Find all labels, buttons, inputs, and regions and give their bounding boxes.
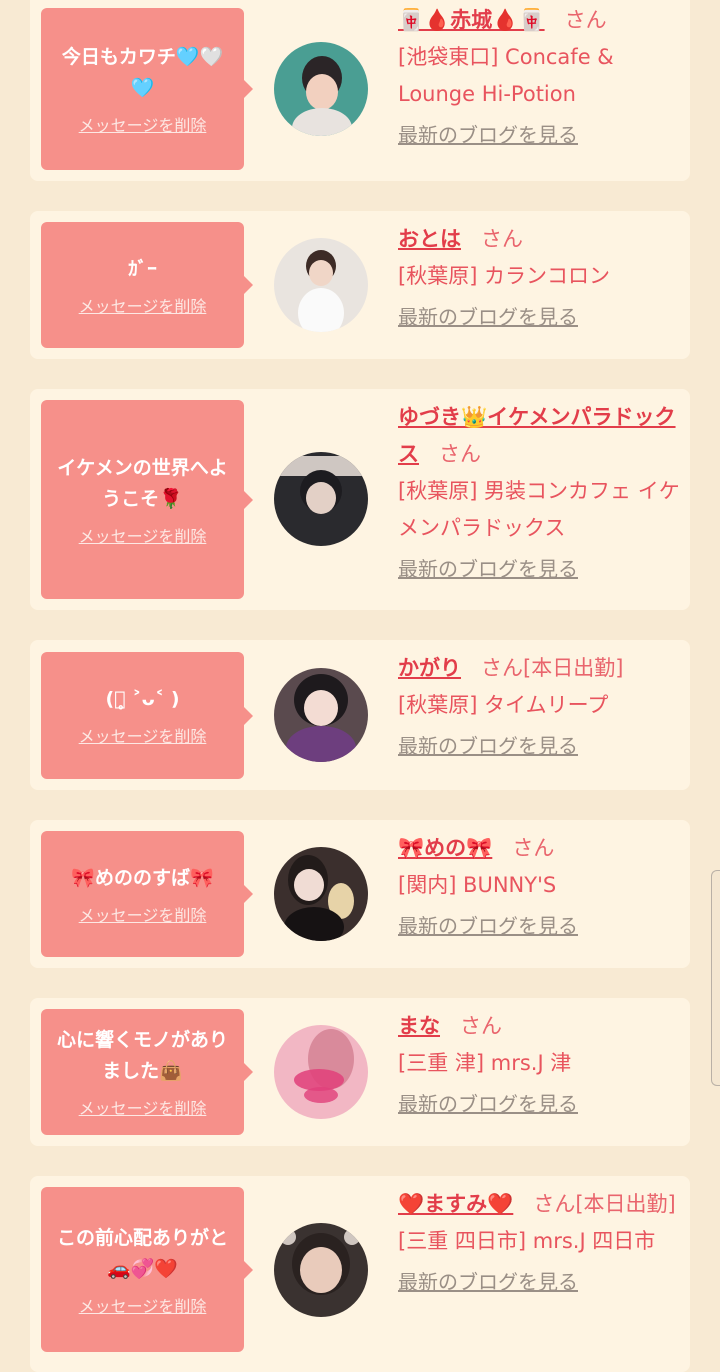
- latest-blog-link[interactable]: 最新のブログを見る: [398, 299, 578, 336]
- working-today-tag: [本日出勤]: [523, 656, 624, 680]
- avatar[interactable]: [274, 847, 368, 941]
- message-bubble: 🎀めののすば🎀 メッセージを削除: [41, 831, 253, 957]
- cast-info: まな さん [三重 津] mrs.J 津 最新のブログを見る: [398, 1008, 683, 1123]
- avatar[interactable]: [274, 238, 368, 332]
- latest-blog-link[interactable]: 最新のブログを見る: [398, 117, 578, 154]
- message-bubble: (ﾞ̥ ˃ᴗ˂ ) メッセージを削除: [41, 652, 253, 779]
- honorific: さん: [512, 836, 555, 860]
- avatar[interactable]: [274, 42, 368, 136]
- delete-message-link[interactable]: メッセージを削除: [79, 112, 207, 136]
- honorific: さん: [439, 442, 482, 466]
- cast-name-link[interactable]: 🎀めの🎀: [398, 836, 492, 860]
- cast-name-link[interactable]: かがり: [398, 656, 461, 680]
- cast-info: 🎀めの🎀 さん [関内] BUNNY'S 最新のブログを見る: [398, 830, 683, 945]
- shop-name: [秋葉原] カランコロン: [398, 264, 611, 288]
- cast-info: おとは さん [秋葉原] カランコロン 最新のブログを見る: [398, 221, 683, 336]
- delete-message-link[interactable]: メッセージを削除: [79, 1095, 207, 1119]
- honorific: さん: [564, 8, 607, 32]
- cast-name-link[interactable]: おとは: [398, 227, 461, 251]
- honorific: さん: [481, 656, 524, 680]
- latest-blog-link[interactable]: 最新のブログを見る: [398, 1086, 578, 1123]
- delete-message-link[interactable]: メッセージを削除: [79, 723, 207, 747]
- message-card: 心に響くモノがありました👜 メッセージを削除 まな さん [三重 津] mrs.…: [30, 998, 690, 1146]
- delete-message-link[interactable]: メッセージを削除: [79, 1293, 207, 1317]
- honorific: さん: [533, 1192, 576, 1216]
- latest-blog-link[interactable]: 最新のブログを見る: [398, 728, 578, 765]
- message-text: イケメンの世界へようこそ🌹: [57, 456, 228, 510]
- shop-name: [三重 津] mrs.J 津: [398, 1051, 572, 1075]
- cast-name-link[interactable]: 🀄🩸赤城🩸🀄: [398, 8, 545, 32]
- latest-blog-link[interactable]: 最新のブログを見る: [398, 551, 578, 588]
- shop-name: [秋葉原] 男装コンカフェ イケメンパラドックス: [398, 479, 680, 540]
- cast-info: ゆづき👑イケメンパラドックス さん [秋葉原] 男装コンカフェ イケメンパラドッ…: [398, 399, 683, 588]
- message-text: この前心配ありがと🚗💞❤️: [56, 1226, 228, 1280]
- latest-blog-link[interactable]: 最新のブログを見る: [398, 1264, 578, 1301]
- avatar[interactable]: [274, 668, 368, 762]
- shop-name: [秋葉原] タイムリープ: [398, 693, 609, 717]
- cast-name-link[interactable]: まな: [398, 1014, 440, 1038]
- message-bubble: ｶﾞｰ メッセージを削除: [41, 222, 253, 348]
- avatar[interactable]: [274, 1025, 368, 1119]
- honorific: さん: [460, 1014, 503, 1038]
- latest-blog-link[interactable]: 最新のブログを見る: [398, 908, 578, 945]
- shop-name: [池袋東口] Concafe & Lounge Hi-Potion: [398, 45, 614, 106]
- delete-message-link[interactable]: メッセージを削除: [79, 902, 207, 926]
- honorific: さん: [481, 227, 524, 251]
- cast-info: かがり さん[本日出勤] [秋葉原] タイムリープ 最新のブログを見る: [398, 650, 683, 765]
- cast-name-link[interactable]: ❤️ますみ❤️: [398, 1192, 513, 1216]
- message-text: 🎀めののすば🎀: [71, 866, 214, 889]
- shop-name: [関内] BUNNY'S: [398, 873, 557, 897]
- message-text: (ﾞ̥ ˃ᴗ˂ ): [105, 688, 180, 710]
- message-bubble: イケメンの世界へようこそ🌹 メッセージを削除: [41, 400, 253, 599]
- message-bubble: 今日もカワチ🩵🤍🩵 メッセージを削除: [41, 8, 253, 170]
- message-card: (ﾞ̥ ˃ᴗ˂ ) メッセージを削除 かがり さん[本日出勤] [秋葉原] タイ…: [30, 640, 690, 790]
- working-today-tag: [本日出勤]: [575, 1192, 676, 1216]
- delete-message-link[interactable]: メッセージを削除: [79, 523, 207, 547]
- message-card: この前心配ありがと🚗💞❤️ メッセージを削除 ❤️ますみ❤️ さん[本日出勤] …: [30, 1176, 690, 1372]
- message-bubble: この前心配ありがと🚗💞❤️ メッセージを削除: [41, 1187, 253, 1352]
- cast-info: ❤️ますみ❤️ さん[本日出勤] [三重 四日市] mrs.J 四日市 最新のブ…: [398, 1186, 683, 1301]
- message-card: 今日もカワチ🩵🤍🩵 メッセージを削除 🀄🩸赤城🩸🀄 さん [池袋東口] Conc…: [30, 0, 690, 181]
- message-card: 🎀めののすば🎀 メッセージを削除 🎀めの🎀 さん [関内] BUNNY'S 最新…: [30, 820, 690, 968]
- message-text: 心に響くモノがありました👜: [56, 1029, 228, 1082]
- message-text: ｶﾞｰ: [128, 257, 157, 280]
- message-card: ｶﾞｰ メッセージを削除 おとは さん [秋葉原] カランコロン 最新のブログを…: [30, 211, 690, 359]
- shop-name: [三重 四日市] mrs.J 四日市: [398, 1229, 656, 1253]
- message-text: 今日もカワチ🩵🤍🩵: [61, 46, 224, 99]
- avatar[interactable]: [274, 1223, 368, 1317]
- message-card: イケメンの世界へようこそ🌹 メッセージを削除 ゆづき👑イケメンパラドックス さん…: [30, 389, 690, 610]
- cast-info: 🀄🩸赤城🩸🀄 さん [池袋東口] Concafe & Lounge Hi-Pot…: [398, 2, 683, 154]
- avatar[interactable]: [274, 452, 368, 546]
- message-bubble: 心に響くモノがありました👜 メッセージを削除: [41, 1009, 253, 1135]
- scroll-handle[interactable]: [711, 870, 720, 1086]
- delete-message-link[interactable]: メッセージを削除: [79, 293, 207, 317]
